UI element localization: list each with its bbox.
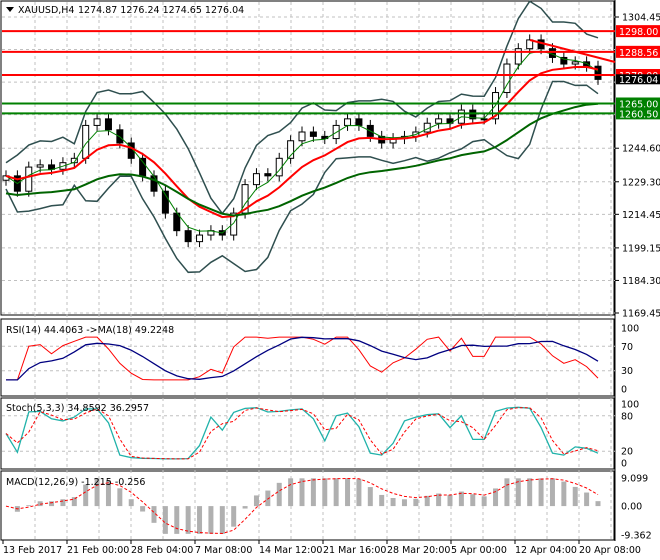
macd-tick-label: -9.362 (621, 531, 652, 542)
candle-body (548, 48, 556, 58)
stoch-title: Stoch(5,3,3) 34.8592 36.2957 (6, 403, 149, 414)
candle-body (480, 118, 488, 121)
candle-body (252, 173, 260, 186)
grid (0, 0, 616, 541)
axes: 1304.45 1244.60 1229.30 1214.45 1199.15 1184.… (2, 13, 660, 556)
macd-title: MACD(12,26,9) -1.215 -0.256 (6, 477, 145, 488)
dropdown-triangle-icon[interactable] (6, 7, 14, 12)
stoch-tick-label: 20 (621, 447, 633, 458)
candle-body (298, 131, 306, 142)
time-label: 21 Feb 00:00 (67, 545, 129, 556)
candle-body (93, 118, 101, 126)
time-label: 21 Mar 16:00 (323, 545, 386, 556)
candle-body (264, 173, 272, 177)
price-tick-label: 1169.45 (622, 309, 660, 320)
time-label: 5 Apr 00:00 (451, 545, 507, 556)
candle-body (196, 234, 204, 243)
level-label: 1288.56 (619, 48, 658, 59)
candle-body (36, 164, 44, 168)
macd-tick-label: 9.099 (621, 474, 648, 485)
candle-body (309, 131, 317, 137)
time-label: 28 Feb 04:00 (131, 545, 193, 556)
candle-body (150, 175, 158, 192)
price-tick-label: 1214.45 (622, 210, 660, 221)
chart-window[interactable]: 1304.45 1244.60 1229.30 1214.45 1199.15 1184.… (0, 0, 660, 560)
bollinger-lower (5, 80, 599, 274)
time-label: 20 Apr 08:00 (579, 545, 641, 556)
rsi-tick-label: 70 (621, 342, 633, 353)
rsi-tick-label: 100 (621, 324, 639, 335)
rsi-tick-label: 0 (621, 385, 627, 396)
stoch-tick-label: 80 (621, 411, 633, 422)
rsi-tick-label: 30 (621, 366, 633, 377)
stoch-tick-label: 100 (621, 400, 639, 411)
candle-body (571, 61, 579, 65)
rsi-ma-line (6, 336, 599, 381)
price-tick-label: 1304.45 (622, 13, 660, 24)
chart-canvas[interactable]: 1304.45 1244.60 1229.30 1214.45 1199.15 1184.… (0, 0, 660, 560)
level-label: 1298.00 (619, 27, 658, 38)
price-tick-label: 1199.15 (622, 243, 660, 254)
time-label: 12 Apr 04:00 (515, 545, 577, 556)
time-label: 14 Mar 12:00 (259, 545, 322, 556)
macd-tick-label: 0.00 (621, 502, 642, 513)
indicator-panels (5, 336, 601, 535)
price-panel (2, 0, 616, 274)
panel-frame (0, 0, 615, 316)
price-tick-label: 1184.30 (622, 276, 660, 287)
current-price-label: 1276.04 (619, 75, 658, 86)
candle-body (184, 230, 192, 243)
candle-body (104, 118, 112, 131)
candle-body (355, 118, 363, 126)
time-label: 7 Mar 08:00 (195, 545, 252, 556)
symbol-label: XAUUSD,H4 (18, 5, 74, 16)
price-tick-label: 1244.60 (622, 144, 660, 155)
time-label: 13 Feb 2017 (3, 545, 62, 556)
level-label: 1260.50 (619, 109, 658, 120)
ohlc-readout: 1274.87 1276.24 1274.65 1276.04 (78, 5, 244, 16)
candle-body (435, 118, 443, 124)
price-tick-label: 1229.30 (622, 177, 660, 188)
candle-body (25, 166, 33, 192)
stoch-tick-label: 0 (621, 459, 627, 470)
candle-body (344, 118, 352, 126)
rsi-title: RSI(14) 44.4063 ->MA(18) 49.2248 (6, 325, 174, 336)
time-label: 28 Mar 20:00 (387, 545, 450, 556)
